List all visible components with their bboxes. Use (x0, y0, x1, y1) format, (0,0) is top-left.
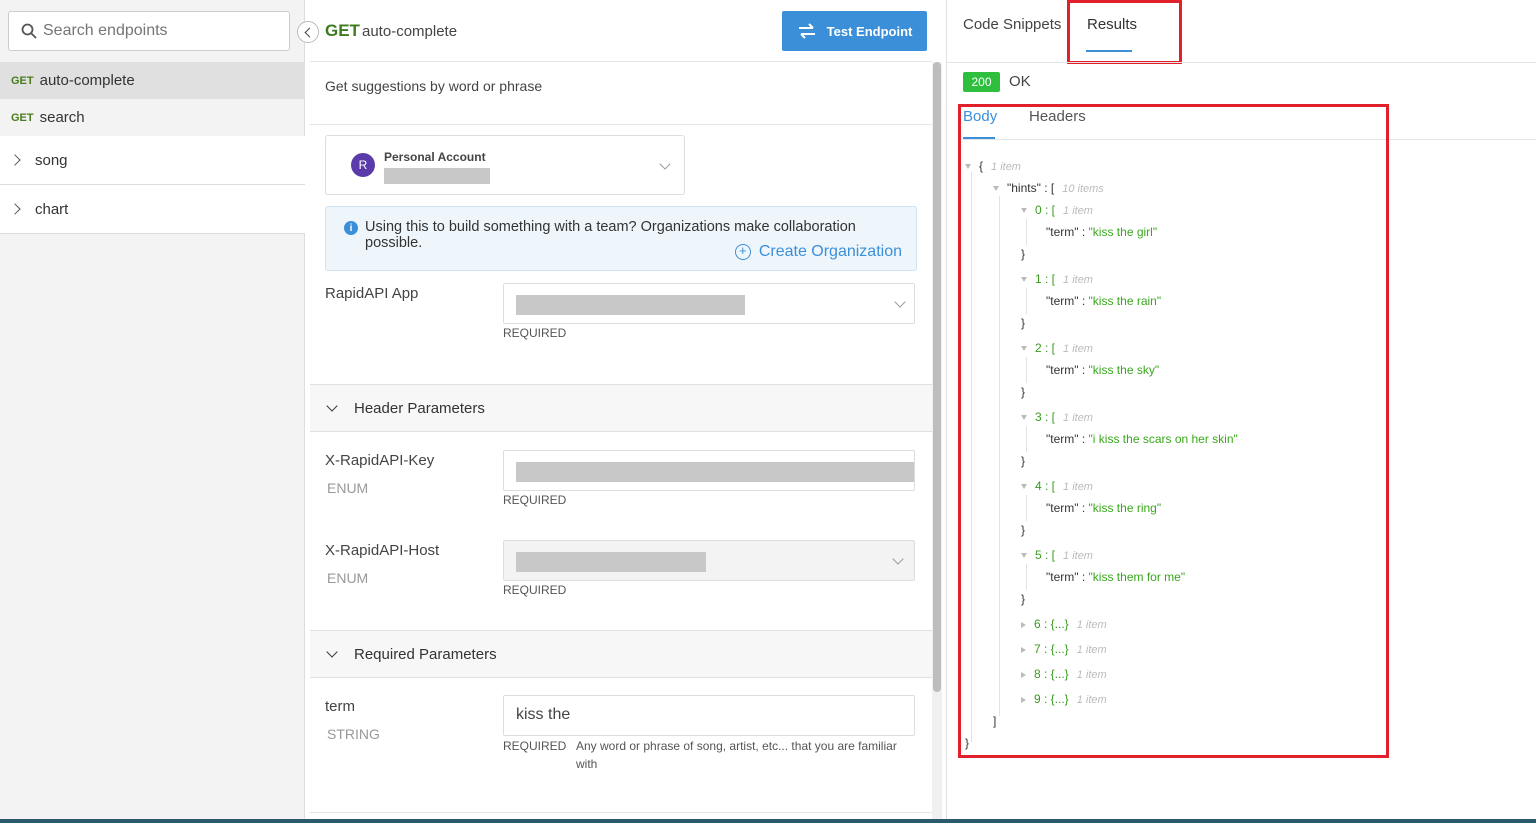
endpoint-label: search (39, 109, 85, 126)
param-type: ENUM (327, 570, 369, 586)
test-endpoint-button[interactable]: Test Endpoint (782, 11, 927, 51)
avatar: R (351, 153, 375, 177)
divider (310, 812, 932, 813)
redacted-account-name (384, 168, 490, 184)
term-input[interactable]: kiss the (503, 695, 915, 736)
scrollbar-thumb[interactable] (933, 62, 941, 692)
endpoint-label: auto-complete (39, 72, 135, 89)
chevron-left-icon (304, 27, 315, 37)
method-badge: GET (11, 74, 34, 87)
endpoint-sidebar: GET auto-complete GET search song chart (0, 0, 305, 823)
create-organization-link[interactable]: + Create Organization (734, 243, 902, 261)
collapse-sidebar-button[interactable] (297, 21, 319, 43)
divider (310, 124, 932, 125)
group-label: chart (35, 200, 69, 218)
search-endpoints-input[interactable] (43, 22, 273, 40)
endpoint-group-song[interactable]: song (0, 136, 305, 185)
results-panel: Code Snippets Results 200 OK Body Header… (946, 0, 1536, 823)
chevron-down-icon (326, 646, 338, 658)
rapidapi-app-label: RapidAPI App (325, 285, 419, 302)
required-tag: REQUIRED (503, 583, 567, 597)
chevron-down-icon (659, 158, 671, 170)
chevron-right-icon (9, 203, 21, 215)
status-badge: 200 (963, 72, 1000, 92)
tab-code-snippets[interactable]: Code Snippets (963, 16, 1061, 33)
create-organization-label: Create Organization (758, 243, 902, 260)
required-parameters-section[interactable]: Required Parameters (310, 630, 932, 678)
required-tag: REQUIRED (503, 739, 567, 753)
chevron-right-icon (9, 154, 21, 166)
chevron-down-icon (326, 400, 338, 412)
middle-scrollbar[interactable] (932, 62, 942, 823)
required-tag: REQUIRED (503, 493, 567, 507)
section-title: Header Parameters (354, 399, 485, 417)
x-rapidapi-host-select[interactable] (503, 540, 915, 581)
required-tag: REQUIRED (503, 326, 567, 340)
endpoint-detail-panel: GET auto-complete Test Endpoint Get sugg… (310, 0, 932, 823)
section-title: Required Parameters (354, 645, 497, 663)
plus-circle-icon: + (734, 244, 751, 260)
method-badge: GET (11, 111, 34, 124)
organization-info-banner: i Using this to build something with a t… (325, 206, 917, 271)
status-text: OK (1009, 73, 1031, 90)
x-rapidapi-key-label: X-RapidAPI-Key (325, 452, 435, 469)
rapidapi-app-select[interactable] (503, 283, 915, 324)
x-rapidapi-key-input[interactable] (503, 450, 915, 491)
chevron-down-icon (892, 553, 904, 565)
chevron-down-icon (894, 296, 906, 308)
header-parameters-section[interactable]: Header Parameters (310, 384, 932, 432)
account-selector[interactable]: R Personal Account (325, 135, 685, 195)
search-icon (21, 23, 37, 39)
window-bottom-border (0, 819, 1536, 823)
redacted-host-value (516, 552, 706, 572)
redacted-app-name (516, 295, 745, 315)
endpoint-description: Get suggestions by word or phrase (325, 78, 543, 94)
endpoint-title: auto-complete (362, 23, 458, 40)
response-body-highlight (958, 104, 1389, 758)
x-rapidapi-host-label: X-RapidAPI-Host (325, 542, 440, 559)
endpoint-item-auto-complete[interactable]: GET auto-complete (0, 62, 305, 99)
search-endpoints-box[interactable] (8, 11, 290, 51)
account-label: Personal Account (384, 150, 486, 164)
results-tab-highlight (1067, 0, 1182, 64)
endpoint-method: GET (325, 21, 360, 40)
test-endpoint-label: Test Endpoint (826, 23, 913, 39)
divider (947, 62, 1536, 63)
endpoint-header: GET auto-complete Test Endpoint (310, 0, 932, 62)
swap-arrows-icon (798, 23, 815, 39)
endpoint-item-search[interactable]: GET search (0, 99, 305, 136)
group-label: song (35, 151, 68, 169)
endpoint-group-chart[interactable]: chart (0, 185, 305, 234)
redacted-key-value (516, 462, 914, 482)
info-icon: i (344, 221, 358, 235)
term-label: term (325, 698, 355, 715)
param-type: STRING (327, 726, 380, 742)
term-help-text: Any word or phrase of song, artist, etc.… (576, 739, 897, 771)
param-type: ENUM (327, 480, 369, 496)
